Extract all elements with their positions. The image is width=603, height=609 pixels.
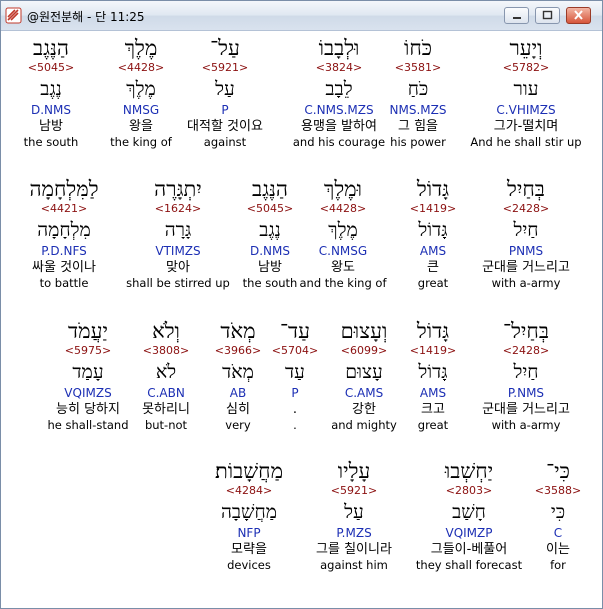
strong-number: <4284> xyxy=(225,484,273,497)
close-icon xyxy=(574,10,583,20)
lemma-word: גָּרָה xyxy=(164,219,192,241)
word-card[interactable]: הַנֶּגֶב <5045> נֶגֶב D.NMS 남방 the south xyxy=(0,36,112,150)
hebrew-word: עָלָיו xyxy=(337,459,371,483)
lemma-word: עַל xyxy=(344,501,364,523)
hebrew-word: וּלְבָבוֹ xyxy=(318,36,360,60)
lemma-word: עור xyxy=(513,78,539,100)
app-icon xyxy=(5,7,22,24)
strong-number: <5045> xyxy=(27,61,75,74)
word-card[interactable]: יַחְשְׁבוּ <2803> חָשַׁב VQIMZP 그들이-베풀어 they … xyxy=(408,459,530,573)
lemma-word: חָשַׁב xyxy=(452,501,486,523)
strong-number: <1624> xyxy=(154,202,202,215)
lemma-word: מַחֲשָׁבָה xyxy=(220,501,278,523)
english-gloss: he shall-stand xyxy=(47,418,129,432)
hebrew-word: יַעֲמֹד xyxy=(68,319,108,343)
korean-translation: 모략을 xyxy=(231,542,267,557)
lemma-word: נֶגֶב xyxy=(40,78,62,100)
hebrew-word: יַחְשְׁבוּ xyxy=(444,459,494,483)
korean-translation: 능히 당하지 xyxy=(56,402,120,417)
word-card[interactable]: יַעֲמֹד <5975> עָמַד VQIMZS 능히 당하지 he shall-s… xyxy=(27,319,149,433)
word-card[interactable]: וְיָעֵר <5782> עור C.VHIMZS 그가-떨치며 And he sha… xyxy=(465,36,587,150)
lemma-word: עָמַד xyxy=(72,361,104,383)
hebrew-word: יִתְגָּרֶה xyxy=(154,177,202,201)
korean-translation: 싸울 것이나 xyxy=(32,260,96,275)
parse-code: C.NMS.MZS xyxy=(304,103,374,117)
korean-translation: 그가-떨치며 xyxy=(493,119,559,134)
word-card[interactable]: יִתְגָּרֶה <1624> גָּרָה VTIMZS 맞아 shall be s… xyxy=(117,177,239,291)
english-gloss: And he shall stir up xyxy=(470,135,582,149)
strong-number: <5782> xyxy=(502,61,550,74)
korean-translation: 용맹을 발하여 xyxy=(301,119,377,134)
minimize-icon xyxy=(513,17,521,19)
parse-code: P.D.NFS xyxy=(41,244,87,258)
close-button[interactable] xyxy=(566,7,591,24)
minimize-button[interactable] xyxy=(504,7,529,24)
word-card[interactable]: מַחֲשָׁבוֹת׃ <4284> מַחֲשָׁבָה NFP 모략을 device… xyxy=(188,459,310,573)
parse-code: VTIMZS xyxy=(155,244,201,258)
strong-number: <3824> xyxy=(315,61,363,74)
hebrew-word: לַמִּלְחָמָה xyxy=(29,177,99,201)
word-card[interactable]: לַמִּלְחָמָה <4421> מִלְחָמָה P.D.NFS 싸울 것이나… xyxy=(3,177,125,291)
hebrew-word: וְיָעֵר xyxy=(509,36,543,60)
korean-translation: 맞아 xyxy=(166,260,190,275)
title-bar[interactable]: @원전분해 - 단 11:25 xyxy=(1,1,602,31)
strong-number: <5921> xyxy=(330,484,378,497)
word-card[interactable]: וּלְבָבוֹ <3824> לֵבָב C.NMS.MZS 용맹을 발하여 and … xyxy=(278,36,400,150)
hebrew-word: הַנֶּגֶב xyxy=(33,36,69,60)
lemma-word: מִלְחָמָה xyxy=(37,219,91,241)
english-gloss: against him xyxy=(320,558,388,572)
english-gloss: shall be stirred up xyxy=(126,276,230,290)
lemma-word: לֵבָב xyxy=(325,78,353,100)
parse-code: P.MZS xyxy=(336,526,372,540)
parse-code: VQIMZP xyxy=(445,526,493,540)
english-gloss: they shall forecast xyxy=(415,558,523,572)
hebrew-word: מַחֲשָׁבוֹת׃ xyxy=(214,459,284,483)
english-gloss: the south xyxy=(23,135,79,149)
strong-number: <4421> xyxy=(40,202,88,215)
interlinear-content: וְיָעֵר <5782> עור C.VHIMZS 그가-떨치며 And he sha… xyxy=(1,31,602,608)
korean-translation: 남방 xyxy=(39,119,63,134)
maximize-button[interactable] xyxy=(535,7,560,24)
english-gloss: and his courage xyxy=(292,135,386,149)
window-title: @원전분해 - 단 11:25 xyxy=(27,10,145,24)
english-gloss: to battle xyxy=(39,276,89,290)
app-window: @원전분해 - 단 11:25 וְיָעֵר <5782> עור C.VHIMZS… xyxy=(0,0,603,609)
parse-code: C.VHIMZS xyxy=(496,103,556,117)
strong-number: <5975> xyxy=(64,344,112,357)
parse-code: D.NMS xyxy=(30,103,71,117)
strong-number: <2803> xyxy=(445,484,493,497)
maximize-icon xyxy=(542,10,553,20)
korean-translation: 그를 칠이니라 xyxy=(316,542,392,557)
korean-translation: 그들이-베풀어 xyxy=(430,542,508,557)
parse-code: NFP xyxy=(237,526,261,540)
word-card[interactable]: עָלָיו <5921> עַל P.MZS 그를 칠이니라 against him xyxy=(293,459,415,573)
english-gloss: devices xyxy=(227,558,271,572)
parse-code: VQIMZS xyxy=(64,386,112,400)
